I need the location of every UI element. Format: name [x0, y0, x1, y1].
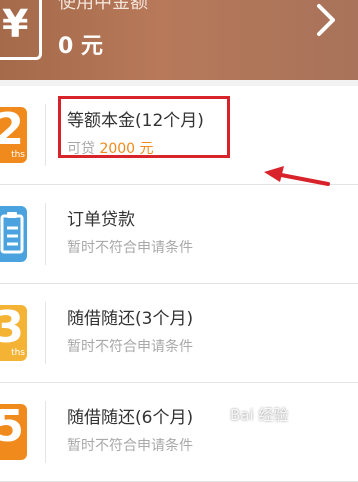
term-6-icon: 5 [0, 404, 27, 460]
divider [45, 302, 46, 364]
loan-title: 随借随还(3个月) [67, 309, 194, 329]
balance-header[interactable]: ¥ 使用中金额 0 元 [0, 0, 358, 80]
term-12-icon: 2 ths [0, 107, 27, 163]
loan-status: 暂时不符合申请条件 [67, 339, 193, 355]
divider [45, 104, 46, 166]
divider [45, 401, 46, 463]
watermark: Bai 经验 [230, 406, 289, 424]
loan-status: 暂时不符合申请条件 [67, 240, 193, 256]
divider [45, 203, 46, 265]
loan-item-order-loan[interactable]: 订单贷款 暂时不符合申请条件 [0, 185, 358, 284]
loan-title: 随借随还(6个月) [67, 408, 194, 428]
balance-label: 使用中金额 [58, 0, 148, 13]
loan-status: 暂时不符合申请条件 [67, 438, 193, 454]
loan-title: 订单贷款 [67, 210, 135, 230]
balance-amount: 0 元 [58, 34, 103, 59]
chevron-right-icon[interactable] [314, 2, 338, 38]
yen-icon: ¥ [0, 0, 42, 60]
annotation-arrow-icon [264, 166, 330, 186]
loan-item-flexible-3m[interactable]: 3 ths 随借随还(3个月) 暂时不符合申请条件 [0, 284, 358, 383]
term-3-icon: 3 ths [0, 305, 27, 361]
annotation-highlight-box [58, 96, 230, 158]
document-icon [0, 206, 27, 262]
